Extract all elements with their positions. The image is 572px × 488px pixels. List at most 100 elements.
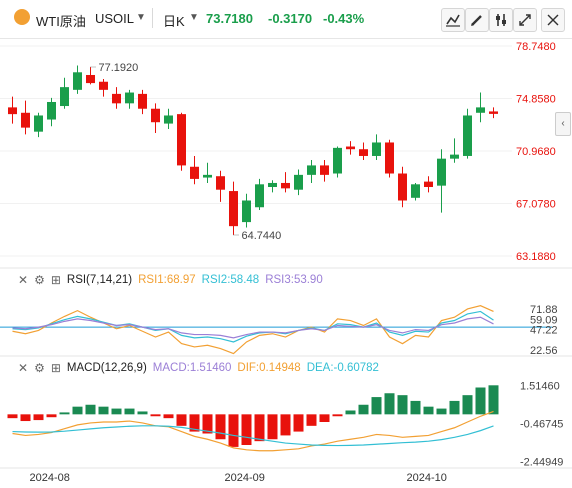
candle-body (203, 174, 212, 178)
macd-histogram-bar (163, 414, 174, 419)
candle-body (359, 149, 368, 156)
candle-body (424, 181, 433, 188)
chevron-left-icon: ‹ (561, 118, 565, 129)
macd-histogram-bar (7, 414, 18, 419)
y-tick-label: 78.7480 (516, 41, 556, 53)
macd-histogram-bar (59, 412, 70, 415)
macd-histogram-bar (293, 414, 304, 432)
macd-tick-label: -0.46745 (520, 418, 563, 430)
macd-histogram-bar (267, 414, 278, 440)
candle-body (8, 107, 17, 115)
dif-value: DIF:0.14948 (237, 362, 301, 374)
macd-histogram-bar (72, 406, 83, 415)
macd-histogram-bar (436, 408, 447, 415)
macd-histogram-bar (85, 404, 96, 415)
macd-pane-header: ✕ ⚙ ⊞ MACD(12,26,9) MACD:1.51460 DIF:0.1… (18, 361, 379, 375)
gear-icon[interactable]: ⚙ (34, 361, 45, 375)
rsi-tick-label: 22.56 (530, 345, 558, 357)
macd-histogram-bar (215, 414, 226, 440)
macd-histogram-bar (241, 414, 252, 445)
candle-body (398, 173, 407, 201)
candle-body (372, 142, 381, 156)
candle-body (437, 158, 446, 186)
price-annotation: 64.7440 (242, 230, 282, 242)
candle-body (190, 166, 199, 179)
candle-body (242, 200, 251, 223)
macd-histogram-bar (475, 387, 486, 415)
macd-histogram-bar (33, 414, 44, 421)
macd-histogram-bar (254, 414, 265, 442)
price-annotation: 77.1920 (99, 62, 139, 74)
candle-body (281, 182, 290, 189)
macd-histogram-bar (462, 395, 473, 415)
candle-body (73, 72, 82, 90)
macd-histogram-bar (384, 393, 395, 415)
dea-value: DEA:-0.60782 (306, 362, 379, 374)
macd-histogram-bar (46, 414, 57, 418)
candle-body (307, 165, 316, 175)
candle-body (489, 111, 498, 114)
macd-histogram-bar (306, 414, 317, 426)
candle-body (86, 74, 95, 84)
candle-body (151, 108, 160, 123)
macd-histogram-bar (423, 406, 434, 415)
candle-body (164, 115, 173, 124)
expand-box-icon[interactable]: ⊞ (51, 273, 61, 287)
macd-histogram-bar (332, 414, 343, 417)
chart-canvas[interactable]: 78.7480 74.8580 70.9680 67.0780 63.1880 77.19… (0, 0, 572, 488)
macd-histogram-bar (449, 400, 460, 415)
macd-histogram-bar (397, 395, 408, 415)
macd-tick-label: -2.44949 (520, 456, 563, 468)
gear-icon[interactable]: ⚙ (34, 273, 45, 287)
candle-body (99, 81, 108, 90)
macd-histogram-bar (98, 406, 109, 415)
candle-body (255, 184, 264, 208)
macd-histogram-bar (371, 397, 382, 415)
candle-body (177, 114, 186, 166)
candle-body (450, 154, 459, 159)
side-panel-toggle[interactable]: ‹ (555, 112, 571, 136)
macd-histogram-bar (280, 414, 291, 436)
close-icon[interactable]: ✕ (18, 273, 28, 287)
candle-body (333, 147, 342, 174)
expand-box-icon[interactable]: ⊞ (51, 361, 61, 375)
rsi-tick-label: 47.22 (530, 324, 558, 336)
macd-histogram-bar (358, 404, 369, 415)
y-tick-label: 63.1880 (516, 251, 556, 263)
candle-body (216, 176, 225, 190)
macd-histogram-bar (488, 385, 499, 415)
macd-series-line (12, 410, 494, 452)
macd-histogram-bar (228, 414, 239, 447)
rsi-pane-header: ✕ ⚙ ⊞ RSI(7,14,21) RSI1:68.97 RSI2:58.48… (18, 273, 323, 287)
candle-body (21, 112, 30, 128)
candle-body (60, 87, 69, 107)
rsi1-value: RSI1:68.97 (138, 274, 196, 286)
y-tick-label: 74.8580 (516, 94, 556, 106)
candle-body (320, 165, 329, 175)
x-tick-label: 2024-10 (407, 472, 447, 484)
candle-body (463, 115, 472, 156)
rsi2-value: RSI2:58.48 (201, 274, 260, 286)
candle-body (47, 101, 56, 120)
candle-body (112, 93, 121, 104)
candle-body (138, 93, 147, 109)
macd-label: MACD(12,26,9) (66, 362, 147, 374)
macd-histogram-bar (124, 408, 135, 415)
macd-histogram-bar (345, 410, 356, 415)
close-icon[interactable]: ✕ (18, 361, 28, 375)
candle-body (229, 191, 238, 227)
candle-body (411, 184, 420, 198)
candle-body (294, 174, 303, 190)
candle-body (385, 142, 394, 174)
macd-histogram-bar (150, 414, 161, 417)
rsi3-value: RSI3:53.90 (265, 274, 323, 286)
macd-value: MACD:1.51460 (152, 362, 232, 374)
y-tick-label: 70.9680 (516, 146, 556, 158)
macd-tick-label: 1.51460 (520, 380, 560, 392)
macd-histogram-bar (319, 414, 330, 422)
macd-histogram-bar (410, 400, 421, 415)
candle-body (476, 107, 485, 113)
y-tick-label: 67.0780 (516, 199, 556, 211)
candle-body (34, 115, 43, 132)
macd-histogram-bar (176, 414, 187, 426)
